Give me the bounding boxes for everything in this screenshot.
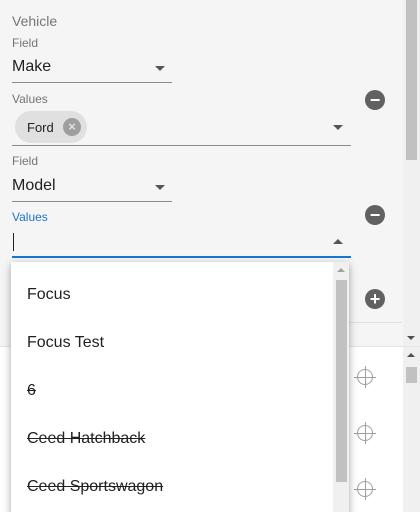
filter1-values-underline (12, 145, 351, 146)
value-chip-label: Ford (27, 119, 54, 135)
crosshair-icon[interactable] (354, 478, 376, 500)
dropdown-scrollbar-thumb[interactable] (336, 280, 347, 482)
text-cursor (13, 233, 14, 251)
dropdown-menu: Focus Focus Test 6 Ceed Hatchback Ceed S… (11, 262, 349, 512)
lower-scrollbar-thumb[interactable] (406, 367, 417, 383)
minus-circle-icon[interactable]: − (365, 205, 385, 225)
dropdown-scrollbar[interactable] (333, 262, 349, 512)
dropdown-option-6: 6 (27, 382, 36, 399)
filter1-field-select[interactable]: Make (12, 56, 172, 84)
minus-circle-icon[interactable]: − (365, 90, 385, 110)
crosshair-icon[interactable] (354, 366, 376, 388)
chevron-down-icon (155, 66, 165, 71)
filter2-field-value: Model (12, 177, 56, 194)
filter1-values-label: Values (12, 92, 48, 106)
filter2-values-label: Values (12, 210, 48, 224)
plus-circle-icon[interactable]: + (365, 289, 385, 309)
filter1-field-value: Make (12, 58, 52, 75)
filter2-field-underline (12, 201, 172, 202)
filter1-field-label: Field (12, 36, 39, 50)
chevron-up-icon[interactable] (333, 239, 343, 244)
dropdown-option-ceed-sportswagon: Ceed Sportswagon (27, 478, 164, 495)
cancel-icon[interactable]: × (63, 118, 81, 136)
dropdown-option-ceed-hatchback: Ceed Hatchback (27, 430, 146, 447)
filter2-field-label: Field (12, 154, 39, 168)
divider (349, 322, 402, 323)
chevron-down-icon (155, 185, 165, 190)
chevron-down-icon[interactable] (333, 125, 343, 130)
dropdown-option-focus-test[interactable]: Focus Test (27, 334, 104, 352)
lower-scrollbar[interactable] (403, 347, 420, 512)
section-title: Vehicle (12, 13, 58, 29)
outer-scrollbar[interactable] (403, 0, 420, 346)
filter2-values-input[interactable] (12, 230, 351, 258)
scroll-up-icon[interactable] (337, 268, 345, 272)
crosshair-icon[interactable] (354, 422, 376, 444)
scroll-up-icon[interactable] (407, 353, 415, 357)
value-chip[interactable]: Ford × (15, 111, 87, 143)
scroll-down-icon[interactable] (407, 336, 415, 340)
outer-scrollbar-thumb[interactable] (406, 0, 417, 160)
dropdown-option-focus[interactable]: Focus (27, 286, 71, 304)
filter2-values-underline (12, 256, 351, 258)
filter1-field-underline (12, 82, 172, 83)
filter2-field-select[interactable]: Model (12, 175, 172, 203)
